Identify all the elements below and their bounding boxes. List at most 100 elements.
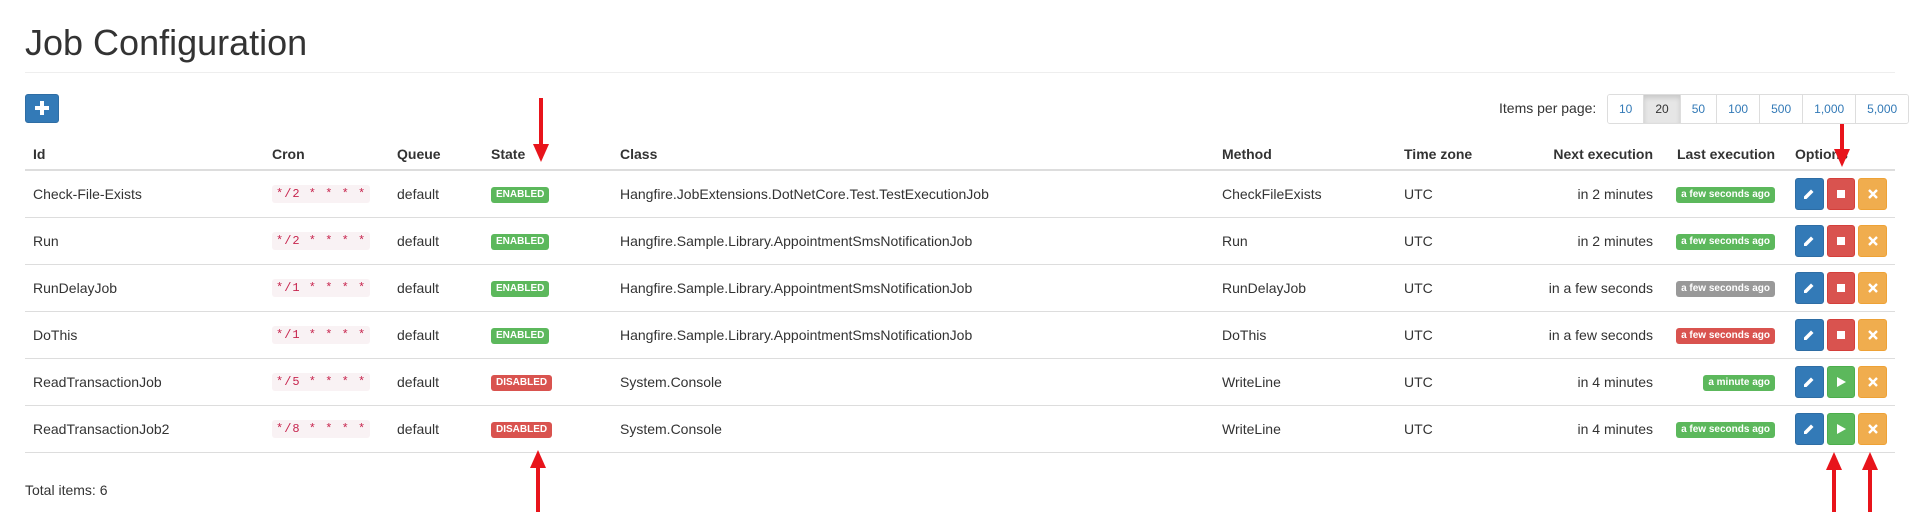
delete-button[interactable] (1858, 365, 1888, 398)
job-method: DoThis (1214, 311, 1396, 359)
edit-button[interactable] (1795, 271, 1824, 304)
job-class: Hangfire.Sample.Library.AppointmentSmsNo… (612, 217, 1214, 265)
pencil-icon (1804, 377, 1814, 387)
cron-expression: */1 * * * * (272, 279, 371, 297)
items-per-page-option[interactable]: 100 (1716, 95, 1760, 123)
next-execution: in a few seconds (1526, 311, 1661, 359)
job-id: Run (25, 217, 264, 265)
next-execution: in a few seconds (1526, 264, 1661, 312)
pencil-icon (1804, 283, 1814, 293)
job-class: Hangfire.JobExtensions.DotNetCore.Test.T… (612, 170, 1214, 218)
items-per-page-option[interactable]: 5,000 (1855, 95, 1909, 123)
edit-button[interactable] (1795, 365, 1824, 398)
close-icon (1867, 282, 1878, 293)
stop-icon (1837, 330, 1845, 339)
job-id: RunDelayJob (25, 264, 264, 312)
row-options (1795, 365, 1888, 398)
row-options (1795, 412, 1888, 445)
next-execution: in 2 minutes (1526, 217, 1661, 265)
close-icon (1867, 329, 1878, 340)
job-class: Hangfire.Sample.Library.AppointmentSmsNo… (612, 264, 1214, 312)
edit-button[interactable] (1795, 318, 1824, 351)
stop-button[interactable] (1826, 318, 1856, 351)
annotation-arrow-down-options (1834, 124, 1850, 167)
pencil-icon (1804, 189, 1814, 199)
row-options (1795, 177, 1888, 210)
next-execution: in 4 minutes (1526, 358, 1661, 406)
annotation-arrow-down-state (533, 98, 549, 162)
items-per-page-option[interactable]: 10 (1608, 95, 1644, 123)
close-icon (1867, 235, 1878, 246)
header-class[interactable]: Class (612, 139, 1214, 171)
pencil-icon (1804, 236, 1814, 246)
next-execution: in 2 minutes (1526, 170, 1661, 218)
job-timezone: UTC (1396, 264, 1526, 312)
table-row: Check-File-Exists */2 * * * * default ENABL… (25, 170, 1895, 218)
stop-icon (1837, 189, 1845, 198)
job-timezone: UTC (1396, 170, 1526, 218)
delete-button[interactable] (1858, 318, 1888, 351)
items-per-page-option[interactable]: 20 (1643, 95, 1680, 123)
job-timezone: UTC (1396, 217, 1526, 265)
job-queue: default (389, 217, 483, 265)
cron-expression: */2 * * * * (272, 232, 371, 250)
start-button[interactable] (1826, 365, 1856, 398)
job-method: WriteLine (1214, 358, 1396, 406)
row-options (1795, 318, 1888, 351)
last-execution-badge: a few seconds ago (1676, 234, 1775, 250)
close-icon (1867, 188, 1878, 199)
delete-button[interactable] (1858, 412, 1888, 445)
delete-button[interactable] (1858, 224, 1888, 257)
items-per-page-option[interactable]: 500 (1759, 95, 1803, 123)
job-queue: default (389, 405, 483, 453)
cron-expression: */8 * * * * (272, 420, 371, 438)
job-queue: default (389, 311, 483, 359)
job-method: CheckFileExists (1214, 170, 1396, 218)
header-timezone[interactable]: Time zone (1396, 139, 1526, 171)
edit-button[interactable] (1795, 224, 1824, 257)
job-timezone: UTC (1396, 405, 1526, 453)
header-id[interactable]: Id (25, 139, 264, 171)
items-per-page-option[interactable]: 1,000 (1802, 95, 1856, 123)
delete-button[interactable] (1858, 177, 1888, 210)
header-cron[interactable]: Cron (264, 139, 389, 171)
header-method[interactable]: Method (1214, 139, 1396, 171)
edit-button[interactable] (1795, 177, 1824, 210)
state-badge: ENABLED (491, 187, 550, 204)
stop-button[interactable] (1826, 177, 1856, 210)
job-class: System.Console (612, 358, 1214, 406)
stop-button[interactable] (1826, 271, 1856, 304)
state-badge: ENABLED (491, 328, 550, 344)
play-icon (1837, 376, 1846, 387)
last-execution-badge: a few seconds ago (1676, 422, 1775, 438)
job-class: System.Console (612, 405, 1214, 453)
add-job-button[interactable] (25, 94, 59, 123)
edit-button[interactable] (1795, 412, 1824, 445)
close-icon (1867, 423, 1878, 434)
delete-button[interactable] (1858, 271, 1888, 304)
state-badge: ENABLED (491, 281, 550, 297)
table-row: Run */2 * * * * default ENABLED Hangfire.Sam… (25, 217, 1895, 265)
job-class: Hangfire.Sample.Library.AppointmentSmsNo… (612, 311, 1214, 359)
title-divider (25, 72, 1895, 73)
annotation-arrow-up-play (1826, 452, 1842, 512)
job-queue: default (389, 170, 483, 218)
items-per-page-option[interactable]: 50 (1679, 95, 1717, 123)
cron-expression: */2 * * * * (272, 185, 371, 204)
state-badge: DISABLED (491, 375, 553, 391)
plus-icon (35, 101, 49, 115)
header-queue[interactable]: Queue (389, 139, 483, 171)
total-items: Total items: 6 (25, 482, 108, 498)
stop-button[interactable] (1826, 224, 1856, 257)
start-button[interactable] (1826, 412, 1856, 445)
header-last-execution[interactable]: Last execution (1661, 139, 1783, 171)
stop-icon (1837, 283, 1845, 292)
job-queue: default (389, 264, 483, 312)
job-queue: default (389, 358, 483, 406)
pencil-icon (1804, 330, 1814, 340)
job-id: ReadTransactionJob (25, 358, 264, 406)
last-execution-badge: a few seconds ago (1676, 328, 1775, 344)
next-execution: in 4 minutes (1526, 405, 1661, 453)
header-next-execution[interactable]: Next execution (1526, 139, 1661, 171)
last-execution-badge: a minute ago (1703, 375, 1775, 391)
